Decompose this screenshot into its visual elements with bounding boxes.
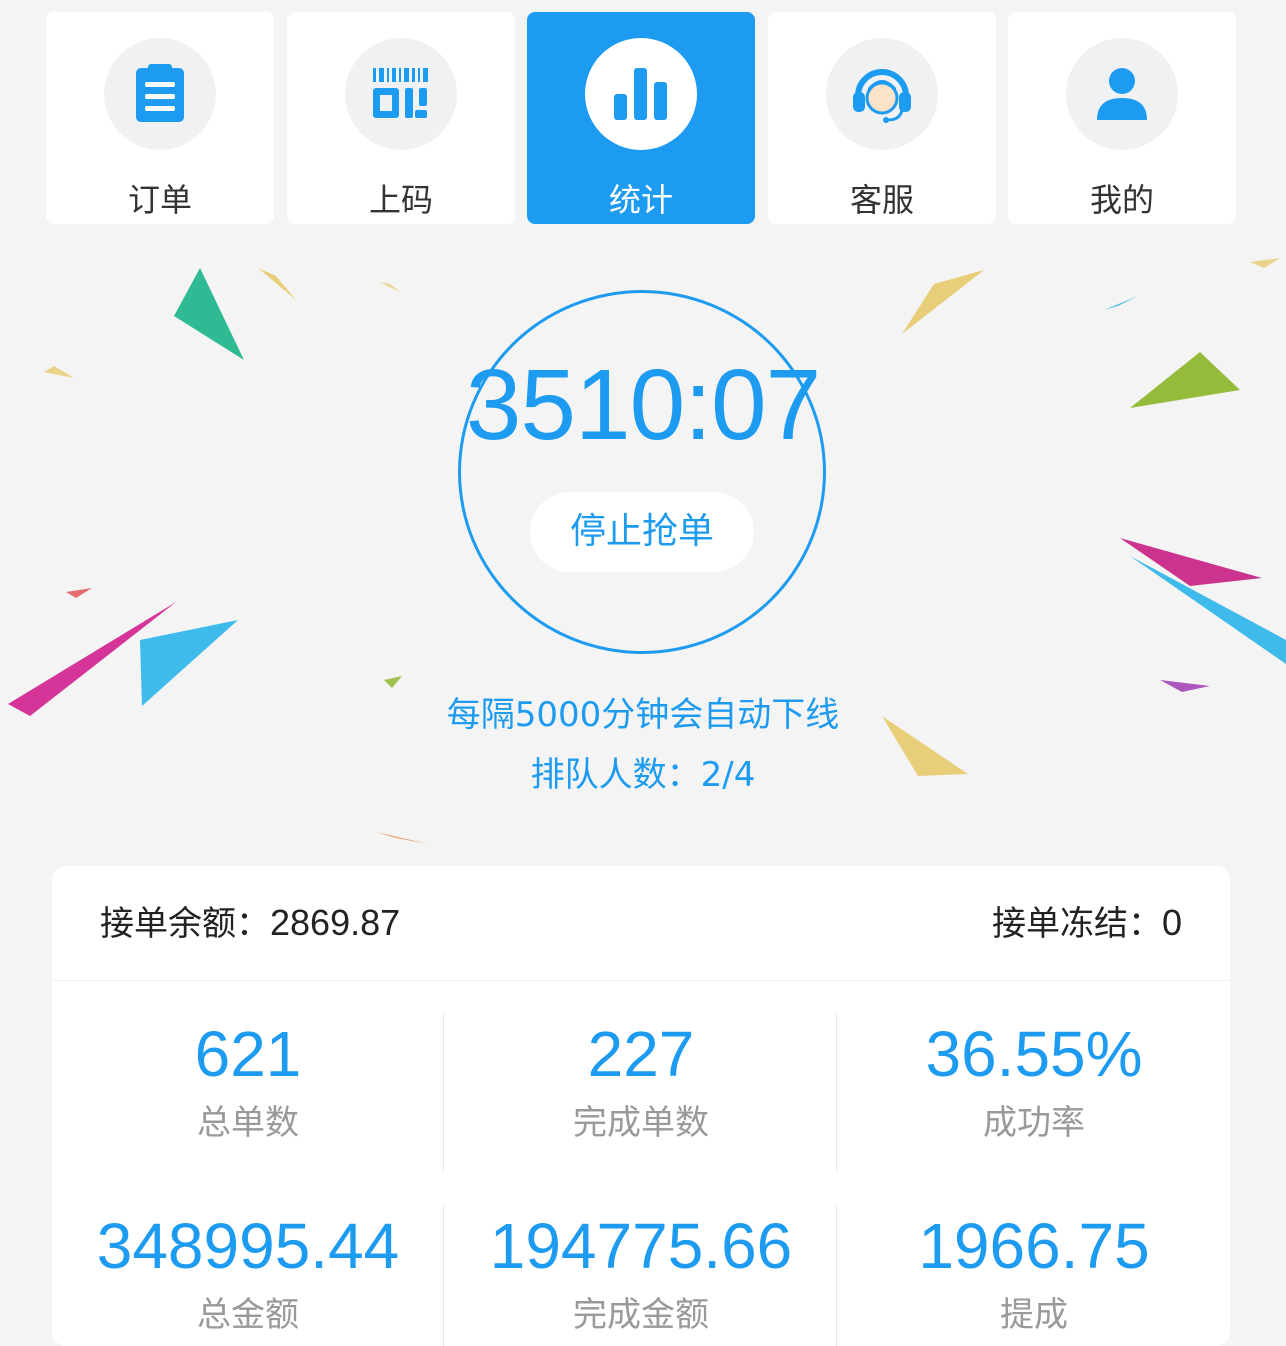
queue-count: 排队人数：2/4 [530,755,756,795]
stat-value: 348995.44 [96,1210,400,1282]
balance-row: 接单余额：2869.87 接单冻结：0 [52,866,1230,981]
stat-total-amount: 348995.44 总金额 [52,1208,444,1338]
stat-completed-amount: 194775.66 完成金额 [445,1208,837,1338]
countdown-timer: 3510:07 [465,349,821,461]
stat-value: 621 [194,1018,302,1090]
stat-value: 1966.75 [918,1210,1150,1282]
stat-success-rate: 36.55% 成功率 [838,1016,1230,1146]
stat-value: 194775.66 [489,1210,793,1282]
order-balance-value: 2869.87 [270,902,401,943]
stat-commission: 1966.75 提成 [838,1208,1230,1338]
order-balance: 接单余额：2869.87 [100,900,400,947]
order-frozen-value: 0 [1161,902,1182,943]
stat-label: 完成金额 [573,1295,709,1335]
stop-grabbing-orders-button[interactable]: 停止抢单 [530,492,754,572]
order-balance-label: 接单余额： [100,904,270,944]
stat-label: 完成单数 [573,1103,709,1143]
order-frozen: 接单冻结：0 [992,900,1182,947]
order-frozen-label: 接单冻结： [991,904,1162,944]
stat-completed-orders: 227 完成单数 [445,1016,837,1146]
stat-label: 总单数 [197,1103,299,1143]
timer-ring [458,290,826,654]
stat-label: 成功率 [983,1103,1085,1143]
stat-value: 36.55% [925,1018,1143,1090]
stat-total-orders: 621 总单数 [52,1016,444,1146]
stat-label: 总金额 [197,1295,299,1335]
stat-label: 提成 [1000,1295,1068,1335]
stats-card: 接单余额：2869.87 接单冻结：0 621 总单数 227 完成单数 36.… [52,866,1230,1346]
stat-value: 227 [587,1018,695,1090]
auto-offline-notice: 每隔5000分钟会自动下线 [446,695,840,735]
